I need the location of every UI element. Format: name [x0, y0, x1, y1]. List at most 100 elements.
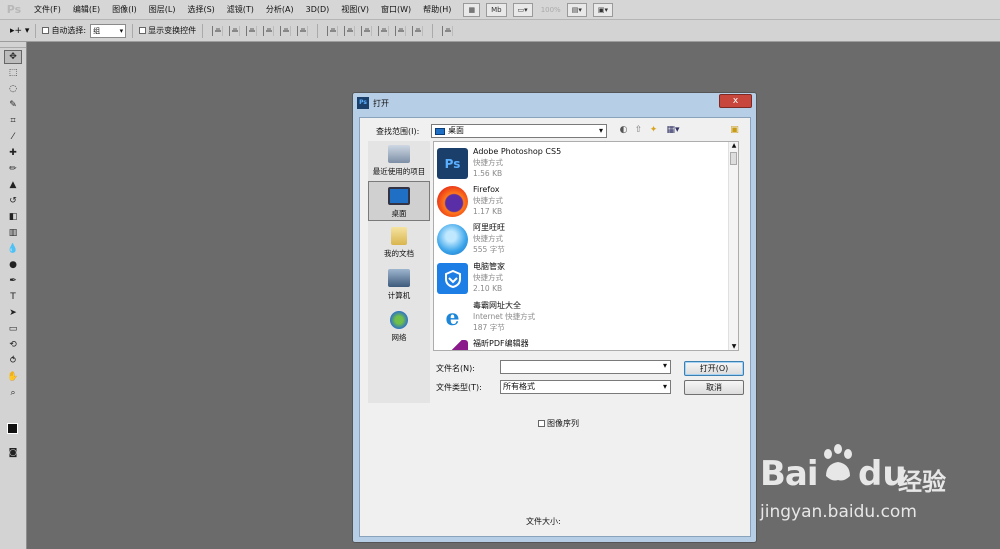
- cancel-button[interactable]: 取消: [684, 380, 744, 395]
- place-computer[interactable]: 计算机: [368, 269, 430, 301]
- file-type: Internet 快捷方式: [473, 312, 536, 321]
- up-folder-icon[interactable]: ⇧: [633, 125, 644, 136]
- image-sequence-checkbox[interactable]: [538, 420, 545, 427]
- list-item[interactable]: Ps Adobe Photoshop CS5 快捷方式 1.56 KB: [437, 146, 561, 184]
- quick-mask-icon[interactable]: ◙: [4, 446, 22, 460]
- internet-explorer-icon: e: [437, 302, 468, 333]
- 3d-orbit-icon[interactable]: ⥀: [4, 354, 22, 368]
- clone-stamp-icon[interactable]: ▲: [4, 178, 22, 192]
- menu-image[interactable]: 图像(I): [106, 0, 143, 20]
- align-top-icon[interactable]: [212, 25, 224, 36]
- list-item[interactable]: Firefox 快捷方式 1.17 KB: [437, 184, 503, 222]
- menu-layer[interactable]: 图层(L): [143, 0, 182, 20]
- dodge-tool-icon[interactable]: ●: [4, 258, 22, 272]
- distribute-vcenter-icon[interactable]: [344, 25, 356, 36]
- screen-mode-button[interactable]: ▣▾: [592, 2, 613, 17]
- align-left-icon[interactable]: [263, 25, 275, 36]
- file-type: 快捷方式: [473, 158, 503, 167]
- history-brush-icon[interactable]: ↺: [4, 194, 22, 208]
- auto-align-icon[interactable]: [442, 25, 454, 36]
- 3d-rotate-icon[interactable]: ⟲: [4, 338, 22, 352]
- show-transform-checkbox[interactable]: [139, 27, 147, 34]
- shape-tool-icon[interactable]: ▭: [4, 322, 22, 336]
- hand-tool-icon[interactable]: ✋: [4, 370, 22, 384]
- scrollbar-thumb[interactable]: [730, 152, 737, 165]
- align-bottom-icon[interactable]: [246, 25, 258, 36]
- options-bar: ▸+ ▾ 自动选择: 组 显示变换控件: [0, 20, 1000, 42]
- eraser-tool-icon[interactable]: ◧: [4, 210, 22, 224]
- look-in-dropdown[interactable]: 桌面: [431, 124, 607, 138]
- file-list[interactable]: Ps Adobe Photoshop CS5 快捷方式 1.56 KB Fire…: [433, 141, 739, 351]
- file-type: 快捷方式: [473, 273, 503, 282]
- gradient-tool-icon[interactable]: ▥: [4, 226, 22, 240]
- list-item[interactable]: 电脑管家 快捷方式 2.10 KB: [437, 261, 505, 299]
- menu-file[interactable]: 文件(F): [28, 0, 67, 20]
- quick-select-tool-icon[interactable]: ✎: [4, 98, 22, 112]
- type-tool-icon[interactable]: T: [4, 290, 22, 304]
- menu-edit[interactable]: 编辑(E): [67, 0, 106, 20]
- distribute-hcenter-icon[interactable]: [395, 25, 407, 36]
- pen-tool-icon[interactable]: ✒: [4, 274, 22, 288]
- image-sequence-option[interactable]: 图像序列: [538, 418, 579, 429]
- zoom-tool-icon[interactable]: ⌕: [4, 386, 22, 400]
- foreground-color-swatch[interactable]: [7, 423, 18, 434]
- file-name-input[interactable]: [500, 360, 671, 374]
- bridge-button[interactable]: ▦: [463, 2, 481, 17]
- menu-3d[interactable]: 3D(D): [300, 0, 336, 20]
- recent-folder-icon[interactable]: ▣: [729, 125, 740, 136]
- close-button[interactable]: x: [719, 94, 752, 108]
- menu-window[interactable]: 窗口(W): [375, 0, 417, 20]
- menu-filter[interactable]: 滤镜(T): [221, 0, 260, 20]
- desktop-icon: [435, 128, 445, 135]
- auto-select-dropdown[interactable]: 组: [90, 23, 127, 38]
- distribute-right-icon[interactable]: [412, 25, 424, 36]
- places-bar: 最近使用的项目 桌面 我的文档 计算机 网络: [368, 141, 430, 403]
- place-documents[interactable]: 我的文档: [368, 227, 430, 259]
- menu-help[interactable]: 帮助(H): [417, 0, 457, 20]
- file-list-scrollbar[interactable]: ▲ ▼: [728, 142, 738, 350]
- list-item[interactable]: 福昕PDF编辑器: [437, 338, 529, 350]
- view-extras-button[interactable]: ▭▾: [512, 2, 533, 17]
- healing-brush-icon[interactable]: ✚: [4, 146, 22, 160]
- distribute-top-icon[interactable]: [327, 25, 339, 36]
- marquee-tool-icon[interactable]: ⬚: [4, 66, 22, 80]
- move-tool-icon[interactable]: ✥: [4, 50, 22, 64]
- file-type: 快捷方式: [473, 234, 503, 243]
- file-type-dropdown[interactable]: 所有格式: [500, 380, 671, 394]
- distribute-bottom-icon[interactable]: [361, 25, 373, 36]
- foxit-pdf-icon: [437, 340, 468, 350]
- zoom-level[interactable]: 100%: [541, 6, 561, 14]
- auto-select-checkbox[interactable]: [42, 27, 50, 34]
- blur-tool-icon[interactable]: 💧: [4, 242, 22, 256]
- distribute-left-icon[interactable]: [378, 25, 390, 36]
- back-icon[interactable]: ◐: [618, 125, 629, 136]
- align-right-icon[interactable]: [297, 25, 309, 36]
- look-in-label: 查找范围(I):: [376, 127, 420, 136]
- align-vcenter-icon[interactable]: [229, 25, 241, 36]
- menu-analysis[interactable]: 分析(A): [260, 0, 300, 20]
- menu-select[interactable]: 选择(S): [181, 0, 220, 20]
- align-hcenter-icon[interactable]: [280, 25, 292, 36]
- place-recent[interactable]: 最近使用的项目: [368, 145, 430, 177]
- view-menu-icon[interactable]: ▦▾: [663, 125, 683, 136]
- arrange-documents-button[interactable]: ▤▾: [566, 2, 587, 17]
- open-button[interactable]: 打开(O): [684, 361, 744, 376]
- list-item[interactable]: e 毒霸网址大全 Internet 快捷方式 187 字节: [437, 300, 535, 338]
- menu-view[interactable]: 视图(V): [335, 0, 375, 20]
- mini-bridge-button[interactable]: Mb: [486, 2, 507, 17]
- file-name: Adobe Photoshop CS5: [473, 147, 562, 156]
- brush-tool-icon[interactable]: ✏: [4, 162, 22, 176]
- desktop-icon: [388, 187, 410, 205]
- eyedropper-tool-icon[interactable]: ⁄: [4, 130, 22, 144]
- list-item[interactable]: 阿里旺旺 快捷方式 555 字节: [437, 222, 505, 260]
- place-desktop[interactable]: 桌面: [368, 181, 430, 221]
- place-network[interactable]: 网络: [368, 311, 430, 343]
- move-tool-preset-icon[interactable]: ▸+ ▾: [10, 26, 29, 36]
- new-folder-icon[interactable]: ✦: [648, 125, 659, 136]
- path-select-icon[interactable]: ➤: [4, 306, 22, 320]
- crop-tool-icon[interactable]: ⌗: [4, 114, 22, 128]
- scroll-down-icon[interactable]: ▼: [729, 343, 738, 350]
- scroll-up-icon[interactable]: ▲: [729, 142, 738, 149]
- show-transform-label: 显示变换控件: [148, 26, 197, 35]
- lasso-tool-icon[interactable]: ◌: [4, 82, 22, 96]
